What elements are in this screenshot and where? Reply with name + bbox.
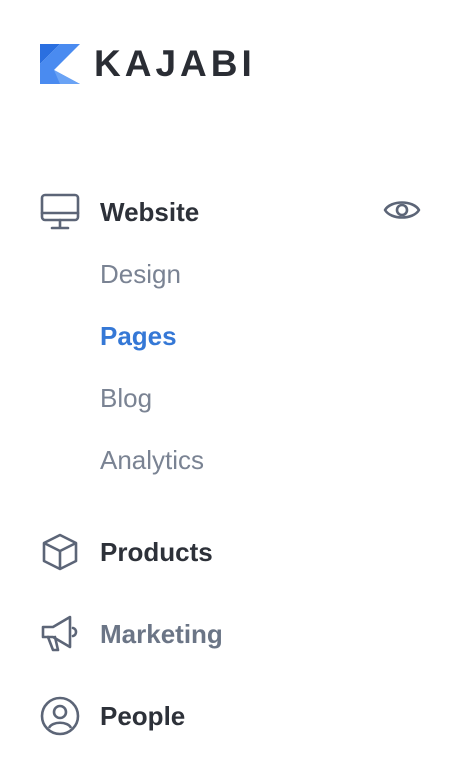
nav-marketing[interactable]: Marketing xyxy=(40,614,223,654)
sub-item-design[interactable]: Design xyxy=(100,259,181,289)
megaphone-icon xyxy=(40,614,80,654)
kajabi-logo-icon xyxy=(40,44,80,84)
nav-marketing-label: Marketing xyxy=(100,619,223,649)
monitor-icon xyxy=(40,192,80,232)
nav-products[interactable]: Products xyxy=(40,532,213,572)
user-circle-icon xyxy=(40,696,80,736)
sub-item-analytics[interactable]: Analytics xyxy=(100,445,204,475)
eye-icon[interactable] xyxy=(382,194,422,226)
kajabi-logo[interactable]: KAJABI xyxy=(40,44,252,84)
nav-products-label: Products xyxy=(100,537,213,567)
nav-website[interactable]: Website xyxy=(40,192,199,232)
sub-item-pages[interactable]: Pages xyxy=(100,321,177,351)
sub-item-blog[interactable]: Blog xyxy=(100,383,152,413)
nav-people[interactable]: People xyxy=(40,696,185,736)
nav-people-label: People xyxy=(100,701,186,731)
brand-name: KAJABI xyxy=(94,43,256,84)
cube-icon xyxy=(40,532,80,572)
nav-website-label: Website xyxy=(100,197,200,227)
